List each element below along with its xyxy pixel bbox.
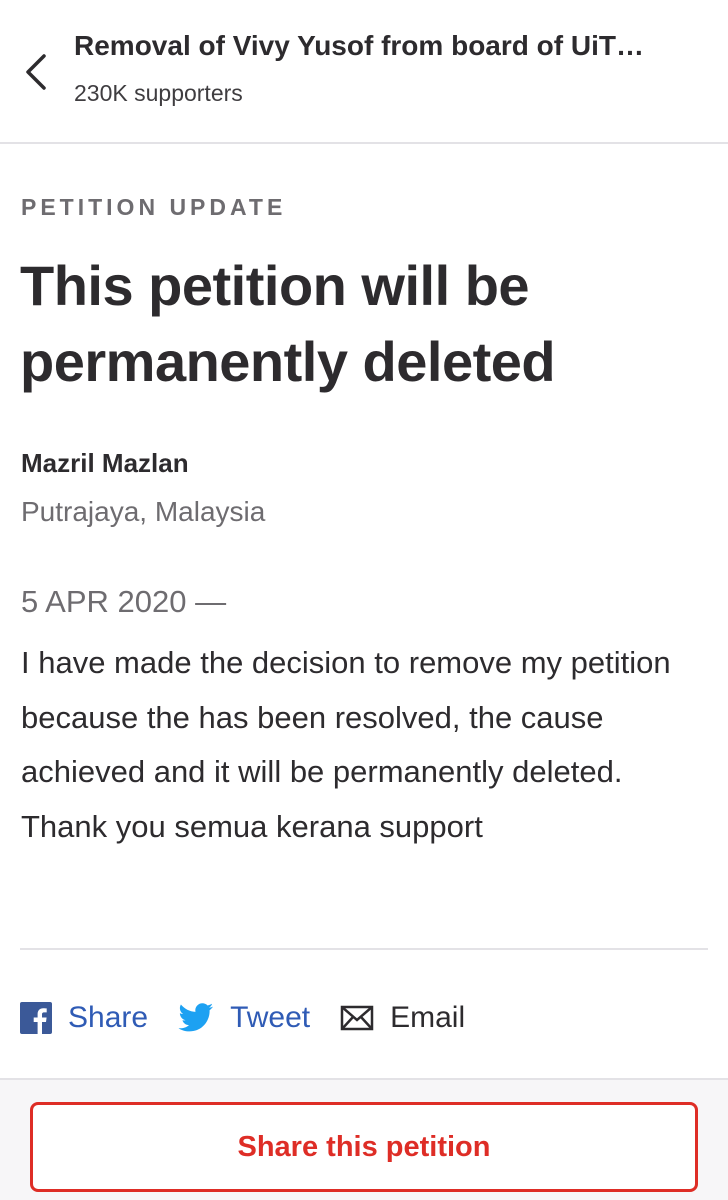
petition-title[interactable]: Removal of Vivy Yusof from board of UiT… xyxy=(74,30,714,62)
app-header: Removal of Vivy Yusof from board of UiT…… xyxy=(0,0,728,144)
facebook-share-label: Share xyxy=(68,1001,149,1034)
back-button[interactable] xyxy=(14,46,58,98)
divider xyxy=(20,948,708,950)
update-body: I have made the decision to remove my pe… xyxy=(21,645,671,844)
supporters-count: 230K supporters xyxy=(74,80,243,106)
update-eyebrow: PETITION UPDATE xyxy=(21,194,287,220)
twitter-icon xyxy=(178,1003,214,1032)
facebook-share-button[interactable]: Share xyxy=(20,1001,148,1035)
email-share-label: Email xyxy=(390,1001,466,1034)
author-name: Mazril Mazlan xyxy=(21,448,189,478)
chevron-left-icon xyxy=(26,54,46,90)
author-location: Putrajaya, Malaysia xyxy=(21,496,266,527)
twitter-share-label: Tweet xyxy=(230,1001,311,1034)
email-share-button[interactable]: Email xyxy=(340,1001,465,1035)
share-row: Share Tweet Email xyxy=(20,996,495,1040)
twitter-share-button[interactable]: Tweet xyxy=(178,1001,310,1035)
footer-bar: Share this petition xyxy=(0,1078,728,1200)
share-petition-button[interactable]: Share this petition xyxy=(30,1102,698,1192)
email-icon xyxy=(340,1005,374,1031)
update-date: 5 APR 2020 — xyxy=(21,584,227,619)
update-headline: This petition will be permanently delete… xyxy=(20,254,556,393)
facebook-icon xyxy=(20,1002,52,1034)
